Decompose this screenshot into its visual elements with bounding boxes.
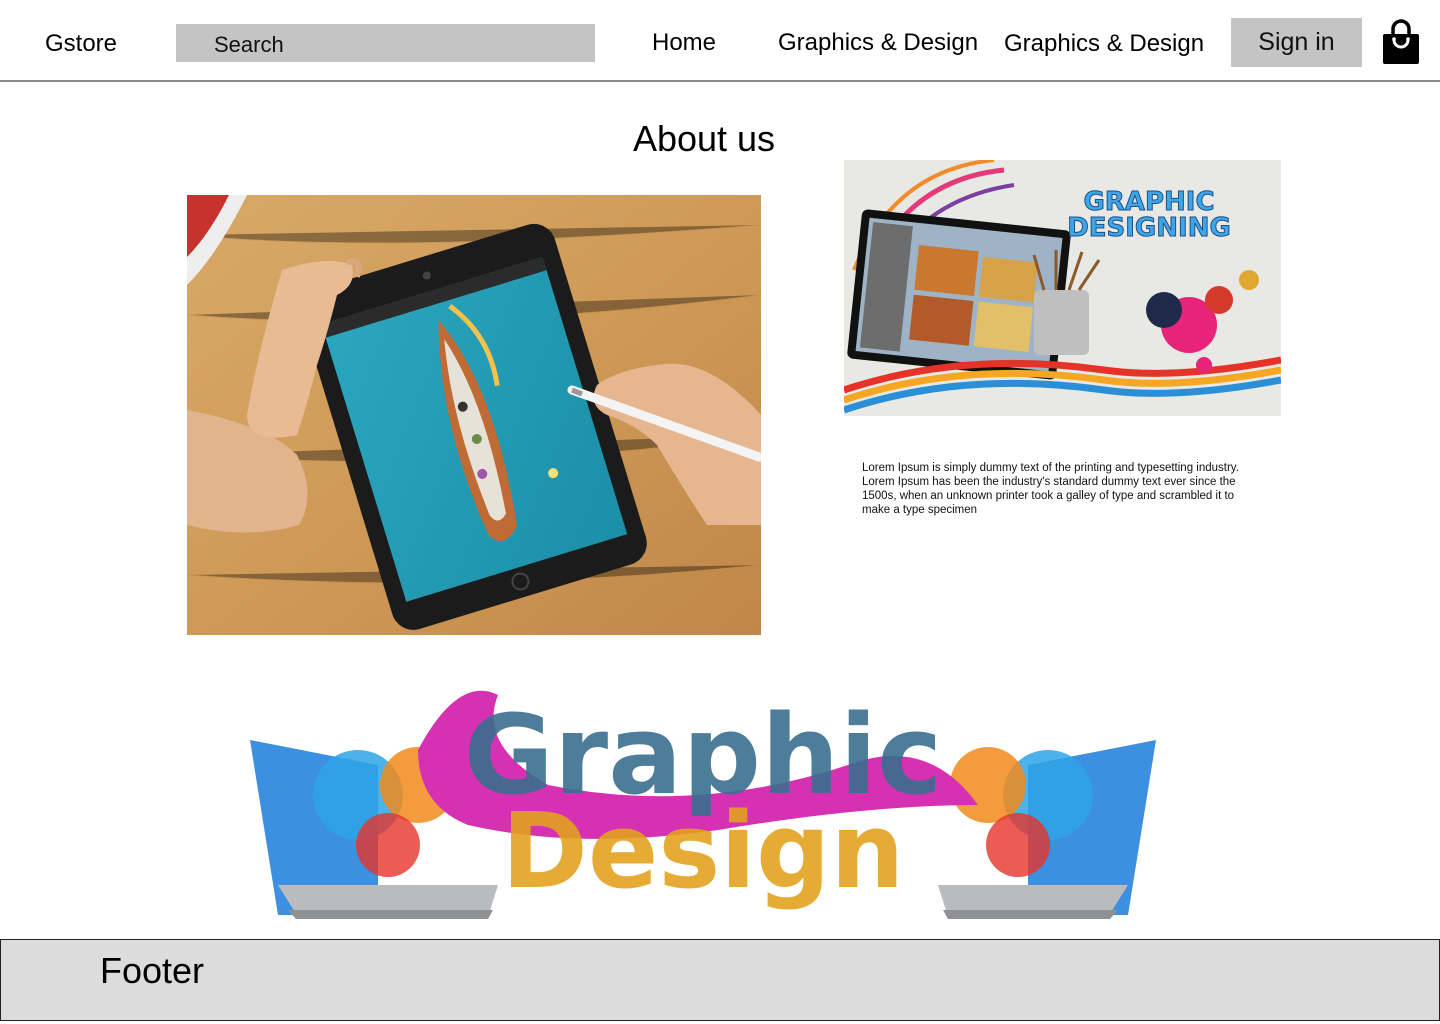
shopping-bag-icon[interactable]: [1380, 18, 1422, 66]
graphic-designing-banner: GRAPHIC DESIGNING: [844, 160, 1281, 416]
about-us-heading: About us: [632, 118, 776, 159]
footer: Footer: [0, 939, 1440, 1021]
tablet-drawing-photo: [187, 195, 761, 635]
banner-text-line-2: DESIGNING: [1067, 213, 1231, 243]
search-input[interactable]: Search: [176, 24, 595, 62]
top-navbar: Gstore Search Home Graphics & Design Gra…: [0, 0, 1440, 82]
sign-in-button[interactable]: Sign in: [1231, 18, 1362, 67]
page: Gstore Search Home Graphics & Design Gra…: [0, 0, 1440, 1024]
nav-home-link[interactable]: Home: [652, 29, 716, 57]
brand-logo[interactable]: Gstore: [45, 30, 117, 58]
nav-graphics-design-link[interactable]: Graphics & Design: [778, 29, 978, 57]
about-description: Lorem Ipsum is simply dummy text of the …: [862, 462, 1239, 516]
nav-graphics-design-link-2[interactable]: Graphics & Design: [1004, 30, 1204, 58]
search-placeholder: Search: [214, 32, 284, 57]
hero-word-design: Design: [502, 790, 905, 912]
footer-label: Footer: [100, 950, 205, 991]
graphic-design-hero-image: Graphic Design: [248, 655, 1158, 930]
